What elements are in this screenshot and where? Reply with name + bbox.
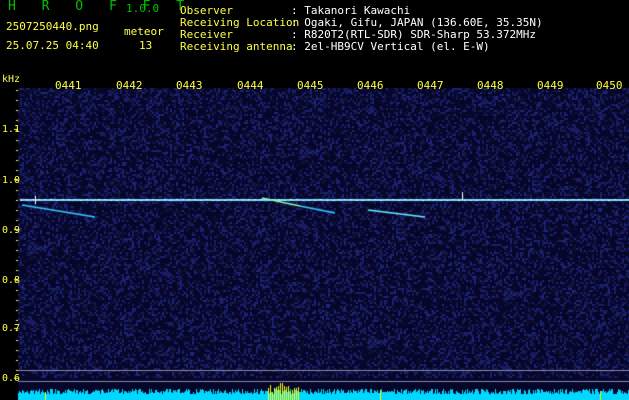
time-tick: 0448 — [477, 79, 504, 92]
spectrogram-canvas — [0, 80, 629, 400]
time-tick: 0449 — [537, 79, 564, 92]
freq-tick: 1.0 — [2, 175, 21, 186]
freq-tick: 0.7 — [2, 323, 21, 334]
file-name: 2507250440.png — [6, 20, 99, 33]
meteor-label: meteor — [124, 25, 164, 38]
freq-tick: 1.1 — [2, 124, 21, 135]
freq-tick: 0.8 — [2, 275, 21, 286]
time-tick: 0446 — [357, 79, 384, 92]
date-time: 25.07.25 04:40 — [6, 39, 99, 52]
time-tick: 0450 — [596, 79, 623, 92]
meteor-count: 13 — [139, 39, 153, 52]
time-tick: 0444 — [237, 79, 264, 92]
hrofft-window: H R O F F T 1.0.0 2507250440.png 25.07.2… — [0, 0, 629, 400]
app-name: H R O F F T — [8, 0, 194, 14]
app-version: 1.0.0 — [126, 2, 160, 15]
time-tick: 0443 — [176, 79, 203, 92]
y-unit-label: kHz — [2, 74, 21, 85]
freq-tick: 0.6 — [2, 373, 21, 384]
info-value-antenna: : 2el-HB9CV Vertical (el. E-W) — [291, 40, 490, 53]
freq-tick: 0.9 — [2, 225, 21, 236]
info-key-antenna: Receiving antenna — [180, 40, 293, 53]
time-tick: 0442 — [116, 79, 143, 92]
time-tick: 0441 — [55, 79, 82, 92]
time-tick: 0445 — [297, 79, 324, 92]
time-tick: 0447 — [417, 79, 444, 92]
